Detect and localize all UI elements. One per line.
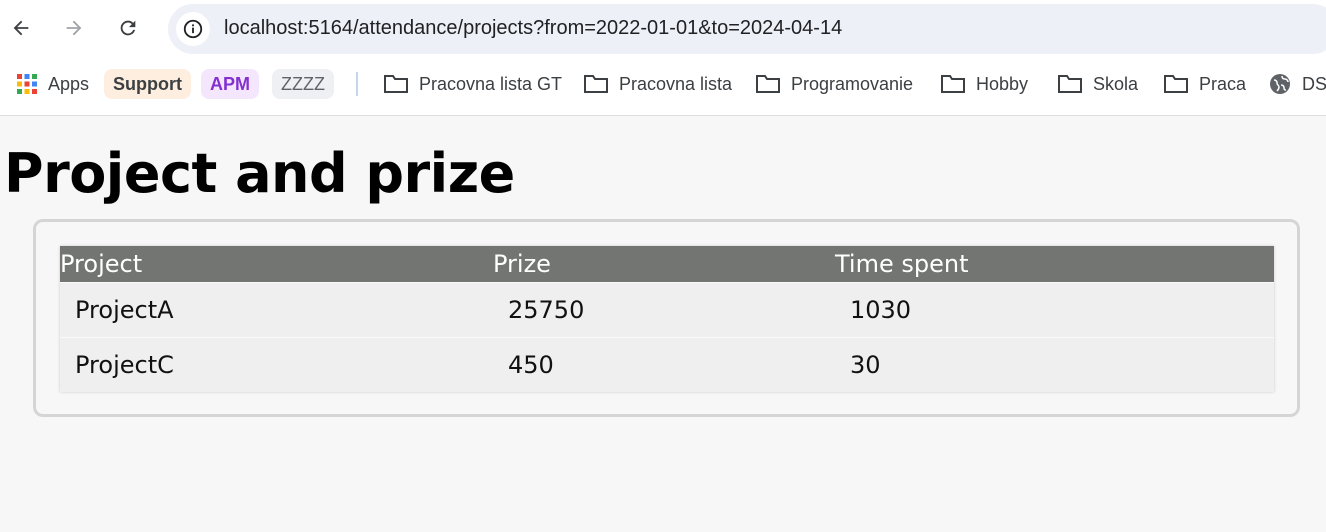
folder-icon [1163, 73, 1189, 95]
folder-icon [583, 73, 609, 95]
bookmark-zzzz[interactable]: ZZZZ [272, 69, 334, 99]
bookmark-apps-label: Apps [48, 73, 90, 94]
header-project: Project [60, 250, 143, 278]
bookmark-folder-label: Skola [1093, 73, 1139, 94]
bookmark-folder-praca[interactable]: Praca [1163, 69, 1246, 99]
bookmark-support[interactable]: Support [104, 69, 191, 99]
browser-chrome: localhost:5164/attendance/projects?from=… [0, 0, 1326, 116]
info-icon [183, 19, 203, 39]
table-row: ProjectC 450 30 [60, 337, 1274, 392]
bookmark-apm-label: APM [210, 73, 250, 94]
table-header: Project Prize Time spent [60, 246, 1274, 282]
address-bar[interactable]: localhost:5164/attendance/projects?from=… [168, 4, 1326, 54]
bookmark-zzzz-label: ZZZZ [281, 73, 325, 94]
bookmark-folder-label: Programovanie [791, 73, 914, 94]
cell-time-spent: 30 [850, 351, 881, 379]
cell-time-spent: 1030 [850, 296, 912, 324]
bookmark-folder-programovanie[interactable]: Programovanie [755, 69, 913, 99]
projects-card: Project Prize Time spent ProjectA 25750 … [33, 219, 1300, 417]
table-row: ProjectA 25750 1030 [60, 282, 1274, 337]
bookmark-support-label: Support [113, 73, 182, 94]
header-prize: Prize [493, 250, 551, 278]
projects-table: Project Prize Time spent ProjectA 25750 … [60, 246, 1274, 392]
bookmark-folder-skola[interactable]: Skola [1057, 69, 1138, 99]
bookmark-folder-pracovna-lista[interactable]: Pracovna lista [583, 69, 732, 99]
reload-button[interactable] [110, 10, 146, 46]
page-content: Project and prize Project Prize Time spe… [0, 116, 1326, 532]
url-text[interactable]: localhost:5164/attendance/projects?from=… [224, 17, 842, 40]
header-time-spent: Time spent [835, 250, 969, 278]
bookmark-dsi-label: DSI [1302, 73, 1326, 94]
cell-prize: 450 [508, 351, 554, 379]
bookmark-apps[interactable]: Apps [16, 69, 89, 99]
bookmark-folder-label: Hobby [976, 73, 1029, 94]
bookmark-folder-label: Praca [1199, 73, 1247, 94]
bookmark-folder-label: Pracovna lista [619, 73, 733, 94]
bookmark-folder-pracovna-lista-gt[interactable]: Pracovna lista GT [383, 69, 562, 99]
cell-project: ProjectA [75, 296, 174, 324]
bookmark-folder-label: Pracovna lista GT [419, 73, 563, 94]
bookmark-apm[interactable]: APM [201, 69, 259, 99]
bookmark-folder-hobby[interactable]: Hobby [940, 69, 1028, 99]
back-arrow-icon [13, 20, 29, 36]
reload-icon [120, 20, 136, 36]
back-button[interactable] [3, 10, 39, 46]
bookmarks-separator [356, 72, 358, 96]
cell-project: ProjectC [75, 351, 174, 379]
folder-icon [940, 73, 966, 95]
cell-prize: 25750 [508, 296, 585, 324]
bookmarks-bar: Apps Support APM ZZZZ Pracovna lista GT … [0, 66, 1326, 102]
apps-grid-icon [16, 73, 38, 95]
forward-button[interactable] [56, 10, 92, 46]
navigation-bar: localhost:5164/attendance/projects?from=… [0, 0, 1326, 56]
forward-arrow-icon [66, 20, 82, 36]
folder-icon [1057, 73, 1083, 95]
page-title: Project and prize [4, 142, 515, 205]
site-info-button[interactable] [176, 12, 210, 46]
globe-icon [1268, 72, 1292, 96]
folder-icon [755, 73, 781, 95]
folder-icon [383, 73, 409, 95]
bookmark-dsi[interactable]: DSI [1268, 69, 1326, 99]
